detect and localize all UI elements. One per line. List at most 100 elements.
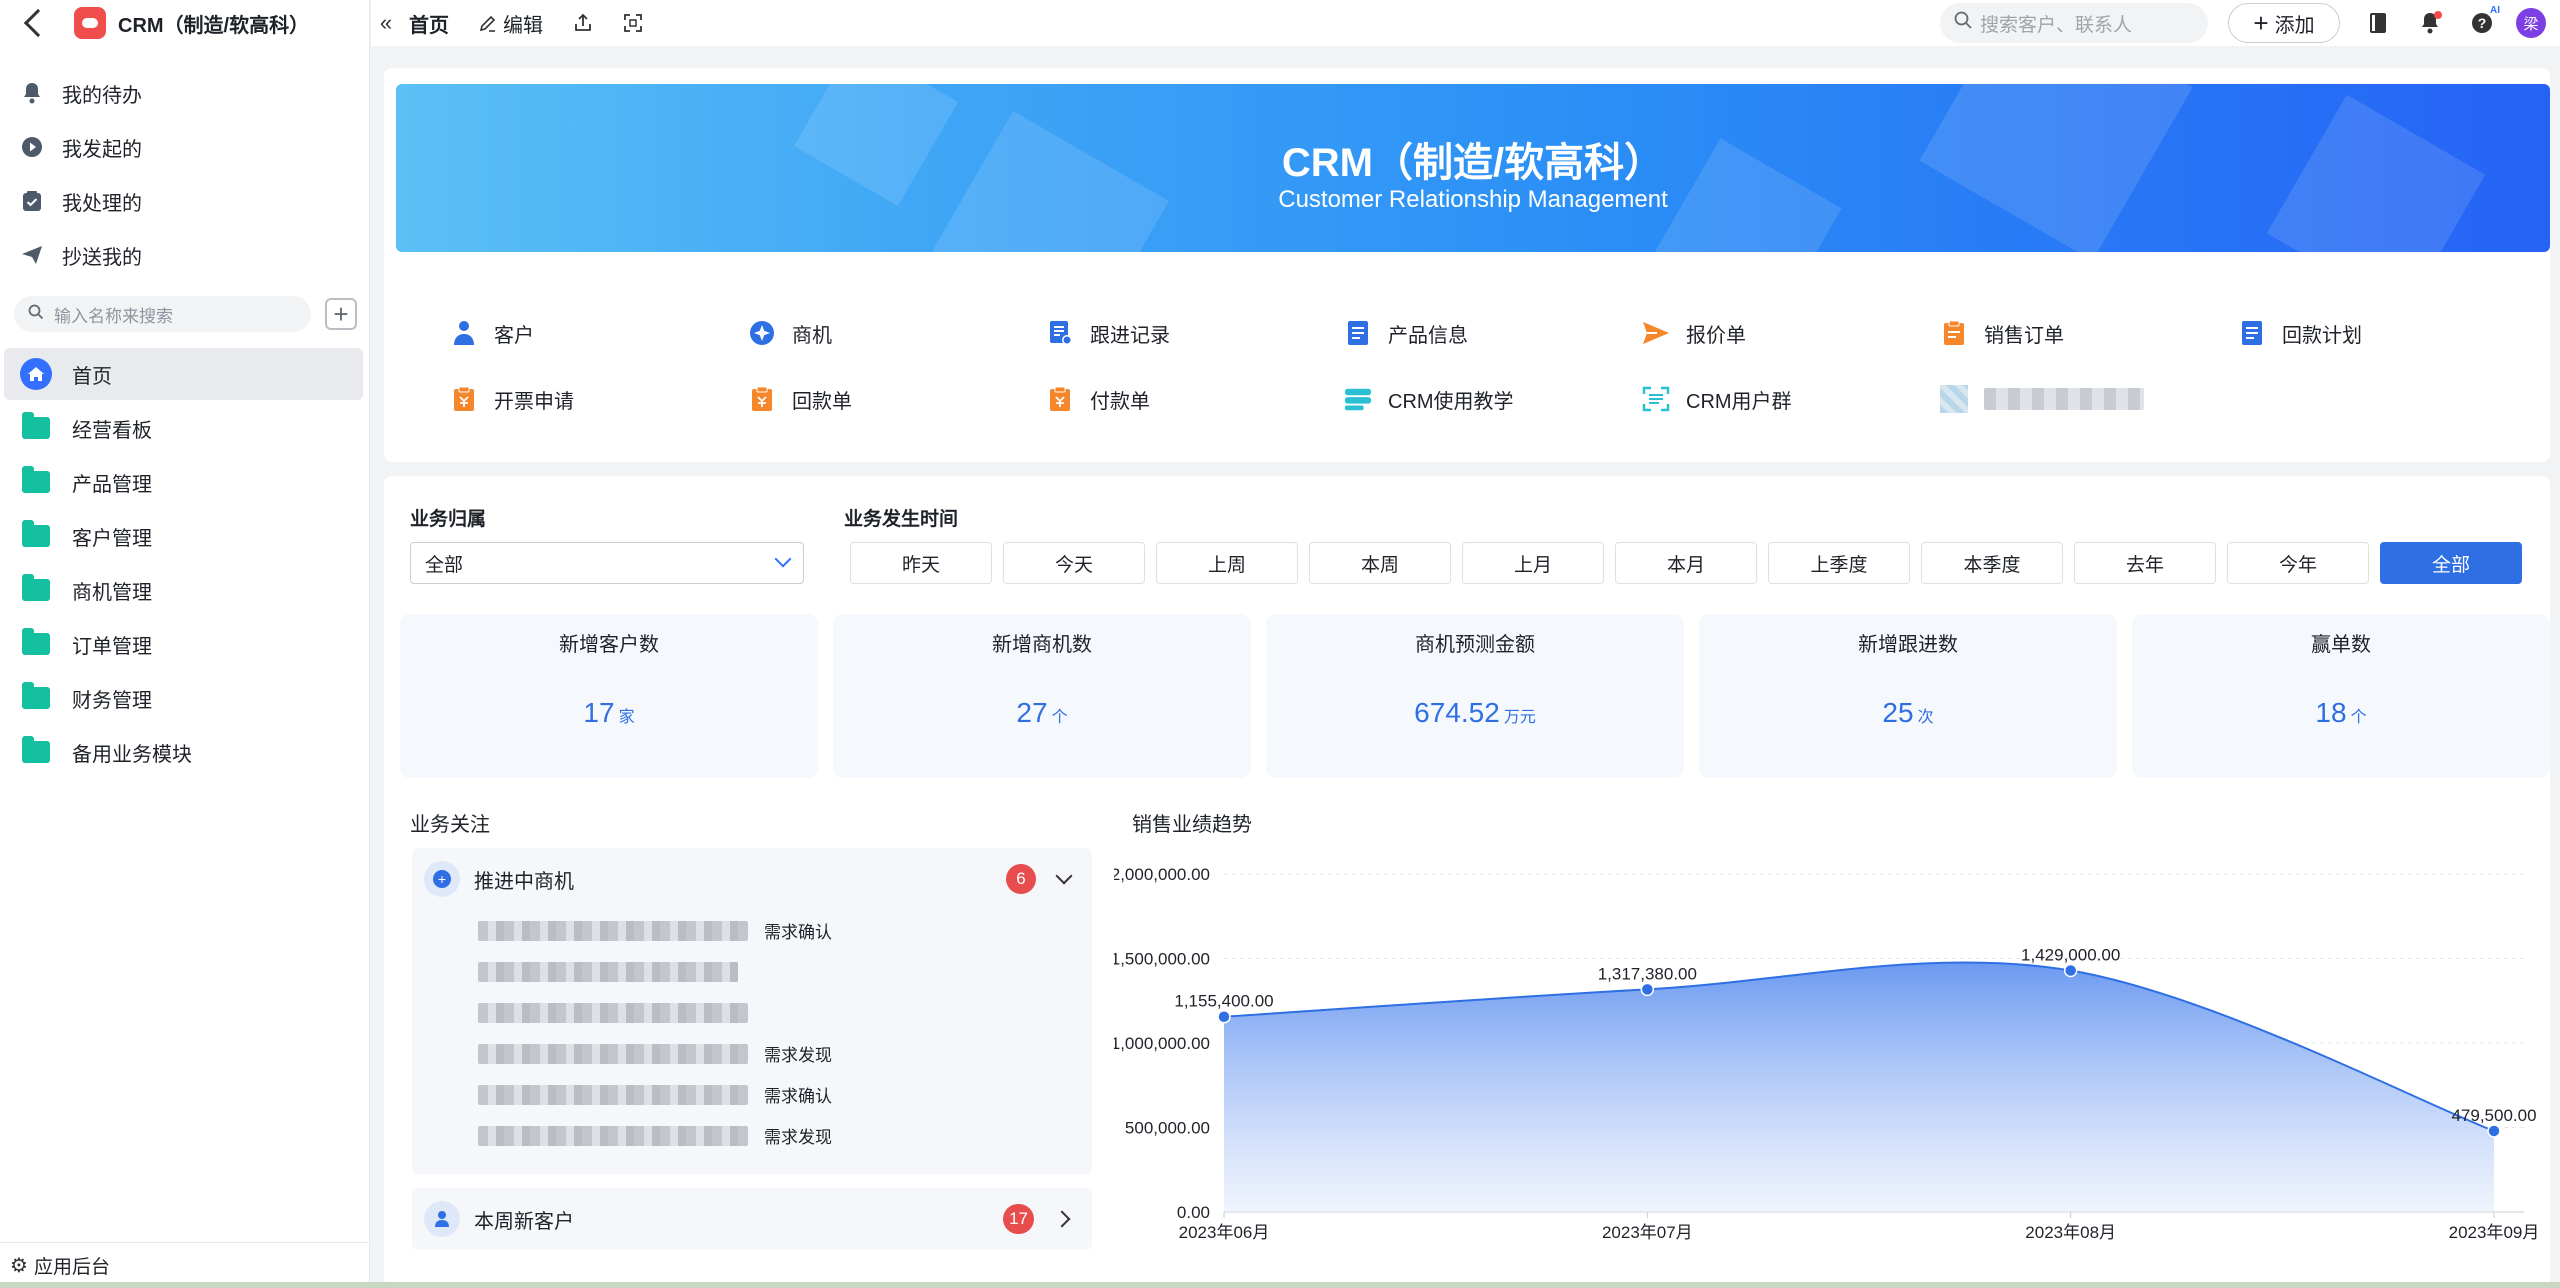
notification-bell-icon[interactable] — [2416, 9, 2444, 37]
list-item[interactable] — [478, 992, 1092, 1033]
add-icon[interactable]: + — [325, 298, 357, 330]
sidebar-search-input[interactable]: 输入名称来搜索 — [14, 296, 311, 332]
shortcut-payment-plan[interactable]: 回款计划 — [2238, 319, 2536, 348]
list-item[interactable]: 需求发现 — [478, 1033, 1092, 1074]
quick-item-initiated[interactable]: 我发起的 — [0, 120, 369, 174]
sidebar-item-backup[interactable]: 备用业务模块 — [4, 726, 363, 778]
new-customers-title: 本周新客户 — [474, 1210, 574, 1233]
x-tick-label: 2023年07月 — [1602, 1223, 1693, 1242]
owner-select[interactable]: 全部 — [410, 542, 804, 584]
time-option-all[interactable]: 全部 — [2380, 542, 2522, 584]
tab-home[interactable]: 首页 — [409, 9, 449, 38]
stat-unit: 家 — [618, 709, 635, 726]
time-option-last-year[interactable]: 去年 — [2074, 542, 2216, 584]
stat-label: 商机预测金额 — [1415, 634, 1535, 656]
opportunities-panel-header[interactable]: + 推进中商机 6 — [412, 848, 1092, 910]
sidebar-item-customers[interactable]: 客户管理 — [4, 510, 363, 562]
plus-icon: + — [2253, 8, 2269, 38]
shortcut-sales-order[interactable]: 销售订单 — [1940, 319, 2238, 348]
data-label: 1,155,400.00 — [1174, 992, 1273, 1011]
sidebar-item-products[interactable]: 产品管理 — [4, 456, 363, 508]
stat-card-won-deals[interactable]: 赢单数 18 个 — [2132, 614, 2550, 778]
time-option-this-year[interactable]: 今年 — [2227, 542, 2369, 584]
stat-card-forecast-amount[interactable]: 商机预测金额 674.52 万元 — [1266, 614, 1684, 778]
chevron-right-icon[interactable] — [1053, 1210, 1071, 1228]
shortcut-followup[interactable]: 跟进记录 — [1046, 319, 1344, 348]
share-icon[interactable] — [573, 13, 593, 33]
shortcut-invoice-request[interactable]: 开票申请 — [450, 385, 748, 414]
banner: CRM（制造/软高科） Customer Relationship Manage… — [396, 84, 2550, 252]
sidebar-header: CRM（制造/软高科） — [0, 0, 369, 46]
back-arrow-icon[interactable] — [23, 8, 53, 38]
data-label: 479,500.00 — [2451, 1106, 2536, 1125]
shortcut-opportunity[interactable]: 商机 — [748, 319, 1046, 348]
compass-icon — [748, 319, 776, 347]
edit-button[interactable]: 编辑 — [479, 9, 543, 38]
global-search-placeholder: 搜索客户、联系人 — [1980, 14, 2133, 36]
shortcut-label: 报价单 — [1686, 324, 1746, 347]
time-option-last-week[interactable]: 上周 — [1156, 542, 1298, 584]
quick-item-todo[interactable]: 我的待办 — [0, 66, 369, 120]
list-item[interactable] — [478, 951, 1092, 992]
collapse-sidebar-icon[interactable]: « — [371, 10, 401, 36]
shortcut-crm-tutorial[interactable]: CRM使用教学 — [1344, 385, 1642, 414]
global-search-input[interactable]: 搜索客户、联系人 — [1940, 3, 2208, 43]
time-option-this-quarter[interactable]: 本季度 — [1921, 542, 2063, 584]
chevron-down-icon — [774, 550, 792, 568]
data-point — [1217, 1009, 1231, 1024]
stat-card-new-opportunities[interactable]: 新增商机数 27 个 — [833, 614, 1251, 778]
list-item[interactable]: 需求确认 — [478, 1074, 1092, 1115]
sidebar-item-dashboard[interactable]: 经营看板 — [4, 402, 363, 454]
time-option-yesterday[interactable]: 昨天 — [850, 542, 992, 584]
time-option-this-month[interactable]: 本月 — [1615, 542, 1757, 584]
bottom-strip — [0, 1282, 2560, 1288]
stat-card-new-followups[interactable]: 新增跟进数 25 次 — [1699, 614, 2117, 778]
shortcut-crm-user-group[interactable]: CRM用户群 — [1642, 385, 1940, 414]
chevron-down-icon[interactable] — [1055, 867, 1073, 885]
stat-card-new-customers[interactable]: 新增客户数 17 家 — [400, 614, 818, 778]
list-item[interactable]: 需求确认 — [478, 910, 1092, 951]
quick-item-cc[interactable]: 抄送我的 — [0, 228, 369, 282]
sales-trend-chart: 0.00 500,000.00 1,000,000.00 1,500,000.00 2,… — [1111, 838, 2544, 1278]
tutorial-icon — [1344, 385, 1372, 413]
stat-value: 27 — [1016, 697, 1048, 728]
top-bar: « 首页 编辑 搜索客户、联系人 + 添加 ? AI 梁 — [371, 0, 2560, 46]
sidebar-item-label: 产品管理 — [72, 473, 152, 496]
new-customers-panel[interactable]: 本周新客户 17 — [412, 1188, 1092, 1250]
time-option-last-month[interactable]: 上月 — [1462, 542, 1604, 584]
redacted-text — [478, 961, 738, 982]
shortcut-quotation[interactable]: 报价单 — [1642, 319, 1940, 348]
shortcut-redacted[interactable] — [1940, 385, 2238, 413]
redacted-text — [478, 1084, 748, 1105]
quick-item-processed[interactable]: 我处理的 — [0, 174, 369, 228]
list-item[interactable]: 需求发现 — [478, 1115, 1092, 1156]
time-option-last-quarter[interactable]: 上季度 — [1768, 542, 1910, 584]
shortcut-payment[interactable]: 付款单 — [1046, 385, 1344, 414]
svg-text:?: ? — [2478, 15, 2487, 31]
sidebar-item-orders[interactable]: 订单管理 — [4, 618, 363, 670]
dashboard-card: 业务归属 全部 业务发生时间 昨天 今天 上周 本周 上月 本月 上季度 本季度… — [384, 476, 2550, 1288]
notebook-icon[interactable] — [2364, 9, 2392, 37]
time-option-this-week[interactable]: 本周 — [1309, 542, 1451, 584]
folder-icon — [20, 574, 52, 606]
time-option-today[interactable]: 今天 — [1003, 542, 1145, 584]
sidebar-item-home[interactable]: 首页 — [4, 348, 363, 400]
shortcut-label: 销售订单 — [1984, 324, 2064, 347]
folder-icon — [20, 682, 52, 714]
shortcut-label: 商机 — [792, 324, 832, 347]
chart-title: 销售业绩趋势 — [1132, 814, 1252, 836]
fullscreen-icon[interactable] — [623, 13, 643, 33]
shortcut-receipt[interactable]: 回款单 — [748, 385, 1046, 414]
shortcut-customer[interactable]: 客户 — [450, 319, 748, 348]
shortcut-product-info[interactable]: 产品信息 — [1344, 319, 1642, 348]
add-button[interactable]: + 添加 — [2228, 3, 2340, 43]
shortcut-label: 回款计划 — [2282, 324, 2362, 347]
quick-item-label: 我处理的 — [62, 192, 142, 215]
help-icon[interactable]: ? AI — [2468, 5, 2500, 37]
avatar[interactable]: 梁 — [2516, 8, 2546, 38]
shortcut-row: 开票申请 回款单 付款单 CRM使用教学 CRM用户群 — [450, 366, 2550, 432]
sidebar-item-opportunities[interactable]: 商机管理 — [4, 564, 363, 616]
sidebar-item-finance[interactable]: 财务管理 — [4, 672, 363, 724]
redacted-icon — [1940, 385, 1968, 413]
bell-icon — [20, 81, 44, 105]
